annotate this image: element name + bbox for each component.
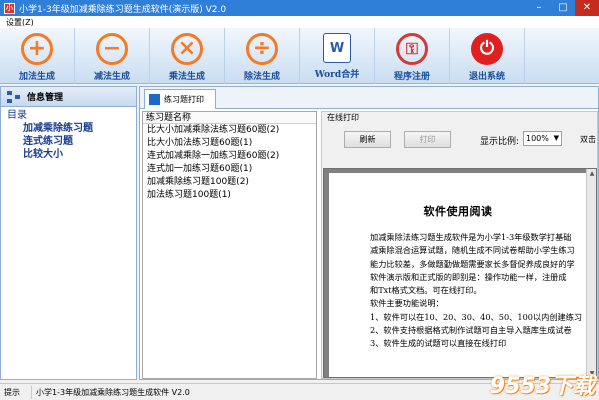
- word-merge-button[interactable]: W Word合并: [300, 28, 375, 84]
- subtract-generate-label: 减法生成: [93, 72, 130, 82]
- divide-icon: ÷: [246, 33, 278, 65]
- doc-line: 3、软件生成的试题可以直接在线打印: [370, 338, 507, 349]
- title-bar: 小 小学1-3年级加减乘除练习题生成软件(演示版) V2.0 – □ ✕: [0, 0, 599, 16]
- tree-icon: [7, 90, 21, 103]
- list-item[interactable]: 比大小加法练习题60题(1): [143, 137, 316, 150]
- minimize-button[interactable]: –: [527, 0, 551, 16]
- multiply-generate-button[interactable]: × 乘法生成: [150, 28, 225, 84]
- toolbar: + 加法生成 − 减法生成 × 乘法生成 ÷ 除法生成 W Word合并 ⚿ 程…: [0, 28, 599, 84]
- plus-icon: +: [21, 33, 53, 65]
- sidebar: 信息管理 目录 加减乘除练习题 连式练习题 比较大小: [0, 86, 137, 380]
- doc-line: 能力比较差，多做题勤做题需要家长多督促养成良好的学: [370, 258, 575, 269]
- tree-item-compare[interactable]: 比较大小: [7, 148, 136, 161]
- doc-line: 和Txt格式文档。可在线打印。: [370, 285, 482, 296]
- double-click-label: 双击: [580, 135, 596, 144]
- tree-item-arithmetic[interactable]: 加减乘除练习题: [7, 122, 136, 135]
- doc-line: 减乘除混合运算试题，随机生成不同试卷帮助小学生练习: [370, 245, 575, 256]
- tree-root[interactable]: 目录: [7, 109, 136, 122]
- add-generate-label: 加法生成: [18, 72, 55, 82]
- zoom-value: 100%: [526, 134, 549, 143]
- minus-icon: −: [96, 33, 128, 65]
- tab-print-label: 练习题打印: [164, 95, 204, 104]
- add-generate-button[interactable]: + 加法生成: [0, 28, 75, 84]
- app-icon: 小: [4, 2, 15, 14]
- exercise-list[interactable]: 练习题名称 比大小加减乘除法练习题60题(2) 比大小加法练习题60题(1) 连…: [142, 111, 317, 379]
- window-title: 小学1-3年级加减乘除练习题生成软件(演示版) V2.0: [19, 4, 227, 15]
- tree-view: 目录 加减乘除练习题 连式练习题 比较大小: [1, 107, 136, 161]
- list-item[interactable]: 比大小加减乘除法练习题60题(2): [143, 124, 316, 137]
- zoom-label: 显示比例:: [480, 137, 520, 147]
- status-label: 提示: [0, 385, 32, 399]
- menu-bar: 设置(Z): [0, 16, 599, 28]
- menu-settings[interactable]: 设置(Z): [6, 17, 34, 28]
- divide-generate-button[interactable]: ÷ 除法生成: [225, 28, 300, 84]
- online-print-group: 在线打印 刷新 打印 显示比例: 100% ▼ 双击 软件使用阅读 加减乘除法练…: [321, 111, 598, 379]
- refresh-button[interactable]: 刷新: [344, 131, 391, 148]
- preview-page: 软件使用阅读 加减乘除法练习题生成软件是为小学1-3年级数学打基础 减乘除混合运…: [329, 173, 587, 377]
- word-merge-label: Word合并: [314, 70, 360, 80]
- print-preview[interactable]: 软件使用阅读 加减乘除法练习题生成软件是为小学1-3年级数学打基础 减乘除混合运…: [323, 168, 597, 378]
- doc-line: 2、软件支持根据格式制作试题可自主导入题库生成试卷: [370, 325, 572, 336]
- tab-icon: [149, 94, 160, 105]
- list-item[interactable]: 连式加减乘除一加练习题60题(2): [143, 150, 316, 163]
- key-icon: ⚿: [396, 33, 428, 65]
- exit-button[interactable]: ⏻ 退出系统: [450, 28, 525, 84]
- list-item[interactable]: 连式加一加练习题60题(1): [143, 163, 316, 176]
- doc-line: 1、软件可以在10、20、30、40、50、100以内创建练习: [370, 311, 583, 322]
- main-panel: 练习题打印 练习题名称 比大小加减乘除法练习题60题(2) 比大小加法练习题60…: [139, 86, 599, 380]
- print-button[interactable]: 打印: [404, 131, 451, 148]
- sidebar-title: 信息管理: [27, 93, 64, 103]
- register-button[interactable]: ⚿ 程序注册: [375, 28, 450, 84]
- doc-title: 软件使用阅读: [423, 205, 493, 218]
- zoom-select[interactable]: 100% ▼: [523, 131, 562, 146]
- list-item[interactable]: 加法练习题100题(1): [143, 189, 316, 202]
- tree-item-chain[interactable]: 连式练习题: [7, 135, 136, 148]
- doc-line: 加减乘除法练习题生成软件是为小学1-3年级数学打基础: [370, 232, 572, 242]
- sidebar-header: 信息管理: [1, 87, 136, 107]
- word-doc-icon: W: [323, 33, 351, 63]
- watermark-logo: 9553下载: [489, 374, 595, 399]
- preview-scrollbar[interactable]: ▲ ▼: [586, 169, 596, 377]
- tab-bar: 练习题打印: [140, 87, 598, 109]
- tab-print[interactable]: 练习题打印: [144, 89, 216, 109]
- multiply-generate-label: 乘法生成: [168, 72, 205, 82]
- subtract-generate-button[interactable]: − 减法生成: [75, 28, 150, 84]
- multiply-icon: ×: [171, 33, 203, 65]
- window-controls: – □ ✕: [527, 0, 599, 16]
- close-button[interactable]: ✕: [575, 0, 599, 16]
- chevron-down-icon: ▼: [553, 134, 559, 142]
- group-label: 在线打印: [325, 112, 361, 123]
- list-column-header[interactable]: 练习题名称: [143, 112, 316, 124]
- exit-label: 退出系统: [468, 72, 505, 82]
- maximize-button[interactable]: □: [551, 0, 575, 16]
- power-icon: ⏻: [471, 33, 503, 65]
- scroll-up-icon[interactable]: ▲: [587, 169, 596, 179]
- doc-line: 软件演示版和正式版的即别是：操作功能一样，注册成: [370, 271, 567, 282]
- divide-generate-label: 除法生成: [243, 72, 280, 82]
- status-text: 小学1-3年级加减乘除练习题生成软件 V2.0: [36, 387, 190, 397]
- list-item[interactable]: 加减乘除练习题100题(2): [143, 176, 316, 189]
- doc-line: 软件主要功能说明：: [370, 298, 444, 309]
- register-label: 程序注册: [393, 72, 430, 82]
